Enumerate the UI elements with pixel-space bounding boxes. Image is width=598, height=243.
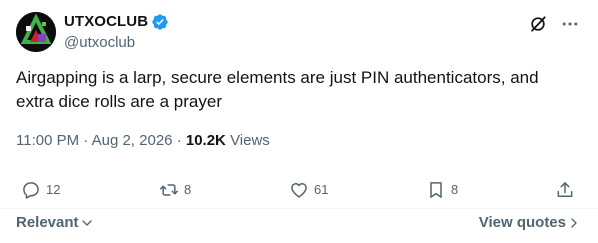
share-icon bbox=[557, 182, 573, 197]
avatar-logo-icon bbox=[16, 12, 56, 52]
repost-button[interactable]: 8 bbox=[159, 178, 191, 202]
views-label: Views bbox=[230, 132, 270, 149]
repost-count: 8 bbox=[184, 182, 192, 197]
tweet-meta: 11:00 PM · Aug 2, 2026 · 10.2K Views bbox=[16, 131, 270, 151]
meta-separator-2: · bbox=[176, 132, 182, 149]
tweet-date[interactable]: Aug 2, 2026 bbox=[92, 132, 173, 149]
chevron-down-icon bbox=[81, 220, 92, 226]
sort-dropdown[interactable]: Relevant bbox=[16, 213, 93, 233]
divider bbox=[0, 208, 598, 209]
view-quotes-link[interactable]: View quotes bbox=[479, 213, 580, 233]
reply-icon bbox=[23, 182, 39, 199]
repost-icon bbox=[159, 184, 179, 196]
tweet-text: Airgapping is a larp, secure elements ar… bbox=[16, 68, 539, 111]
bookmark-icon bbox=[430, 182, 442, 198]
top-actions bbox=[528, 14, 580, 34]
chevron-right-icon bbox=[571, 218, 577, 228]
more-icon[interactable] bbox=[560, 14, 580, 34]
grok-icon[interactable] bbox=[528, 14, 548, 34]
sort-label: Relevant bbox=[16, 214, 79, 231]
avatar[interactable] bbox=[16, 12, 56, 52]
like-icon bbox=[291, 183, 307, 198]
handle[interactable]: @utxoclub bbox=[64, 33, 169, 53]
action-bar: 12 8 61 8 bbox=[0, 178, 598, 202]
views-count: 10.2K bbox=[185, 132, 226, 149]
reply-count: 12 bbox=[46, 182, 61, 197]
bookmark-count: 8 bbox=[451, 182, 459, 197]
reply-button[interactable]: 12 bbox=[21, 178, 60, 202]
verified-badge-icon[interactable] bbox=[151, 13, 169, 31]
view-quotes-label: View quotes bbox=[478, 214, 566, 231]
share-button[interactable] bbox=[555, 178, 575, 202]
tweet-time[interactable]: 11:00 PM bbox=[16, 132, 79, 149]
display-name[interactable]: UTXOCLUB bbox=[64, 12, 148, 32]
bookmark-button[interactable]: 8 bbox=[426, 178, 458, 202]
meta-separator: · bbox=[83, 132, 89, 149]
author-header: UTXOCLUB @utxoclub bbox=[64, 12, 169, 53]
like-button[interactable]: 61 bbox=[289, 178, 328, 202]
like-count: 61 bbox=[314, 182, 329, 197]
